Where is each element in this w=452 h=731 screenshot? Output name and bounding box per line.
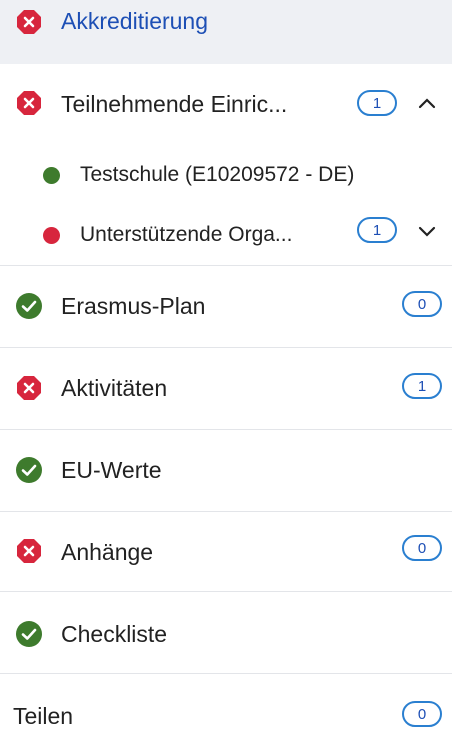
chevron-down-icon[interactable] (414, 218, 440, 244)
status-dot-icon (43, 227, 60, 244)
sidebar-item-aktivitaeten[interactable]: Aktivitäten 1 (0, 348, 452, 430)
sidebar-item-label: Anhänge (61, 539, 154, 565)
sidebar-item-erasmus-plan[interactable]: Erasmus-Plan 0 (0, 266, 452, 348)
sidebar-item-anhaenge[interactable]: Anhänge 0 (0, 512, 452, 592)
sidebar-item-teilnehmende-einrichtungen[interactable]: Teilnehmende Einric... 1 (0, 72, 452, 134)
error-octagon-icon (14, 373, 44, 403)
count-badge: 0 (402, 535, 442, 561)
check-circle-icon (14, 619, 44, 649)
count-badge: 0 (402, 291, 442, 317)
sidebar-item-label: Erasmus-Plan (61, 293, 206, 319)
sidebar-item-label: EU-Werte (61, 457, 162, 483)
count-badge: 1 (357, 217, 397, 243)
sidebar-item-label: Checkliste (61, 621, 168, 647)
sidebar-item-checkliste[interactable]: Checkliste (0, 592, 452, 674)
sidebar-nav: Akkreditierung Teilnehmende Einric... 1 … (0, 0, 452, 729)
sidebar-item-akkreditierung[interactable]: Akkreditierung (0, 0, 452, 64)
chevron-up-icon[interactable] (414, 90, 440, 116)
sidebar-subitem-label: Testschule (E10209572 - DE) (80, 163, 355, 186)
count-badge: 0 (402, 701, 442, 727)
sidebar-subitem-unterstuetzende-organisationen[interactable]: Unterstützende Orga... 1 (0, 210, 452, 266)
sidebar-subitem-label: Unterstützende Orga... (80, 223, 293, 246)
sidebar-item-eu-werte[interactable]: EU-Werte (0, 430, 452, 512)
error-octagon-icon (14, 536, 44, 566)
sidebar-subitem-testschule[interactable]: Testschule (E10209572 - DE) (0, 150, 452, 200)
sidebar-item-teilen[interactable]: Teilen 0 (0, 674, 452, 729)
sidebar-item-label: Akkreditierung (61, 8, 209, 34)
sidebar-item-label: Teilnehmende Einric... (61, 91, 288, 117)
status-dot-icon (43, 167, 60, 184)
error-octagon-icon (14, 7, 44, 37)
count-badge: 1 (402, 373, 442, 399)
check-circle-icon (14, 455, 44, 485)
sidebar-item-label: Aktivitäten (61, 375, 168, 401)
count-badge: 1 (357, 90, 397, 116)
check-circle-icon (14, 291, 44, 321)
error-octagon-icon (14, 88, 44, 118)
sidebar-item-label: Teilen (13, 703, 74, 729)
